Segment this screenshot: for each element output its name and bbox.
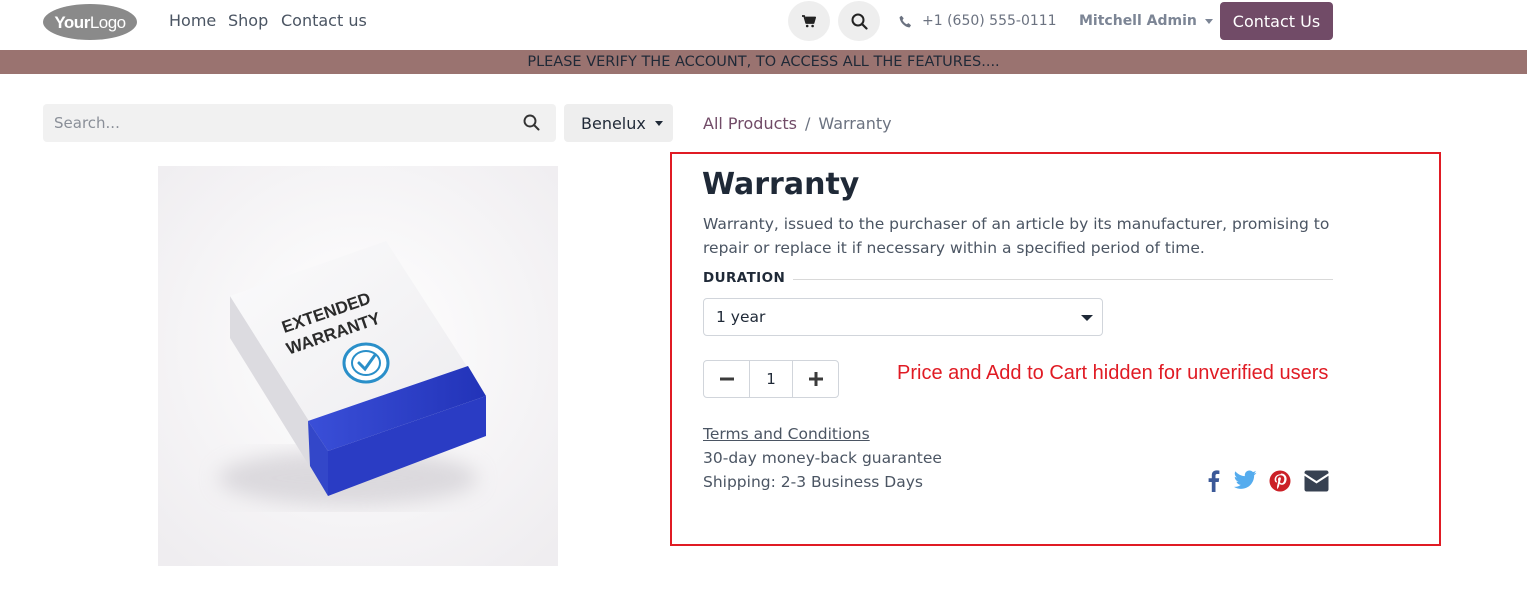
product-title: Warranty xyxy=(702,167,860,202)
product-description: Warranty, issued to the purchaser of an … xyxy=(703,215,1330,257)
product-search xyxy=(43,104,556,142)
caret-down-icon xyxy=(1081,315,1093,321)
nav-shop[interactable]: Shop xyxy=(228,11,268,30)
shipping-info: Shipping: 2-3 Business Days xyxy=(703,473,923,491)
warranty-seal-icon xyxy=(342,342,390,384)
cart-icon xyxy=(802,14,816,27)
duration-select[interactable]: 1 year xyxy=(703,298,1103,336)
decrease-quantity-button[interactable] xyxy=(704,361,749,397)
pinterest-icon[interactable] xyxy=(1269,470,1291,492)
nav-contact-us[interactable]: Contact us xyxy=(281,11,367,30)
cart-button[interactable] xyxy=(788,1,830,41)
nav-home[interactable]: Home xyxy=(169,11,216,30)
money-back-guarantee: 30-day money-back guarantee xyxy=(703,449,942,467)
breadcrumb-all-products[interactable]: All Products xyxy=(703,114,797,133)
contact-us-button[interactable]: Contact Us xyxy=(1220,2,1333,40)
twitter-icon[interactable] xyxy=(1234,470,1257,490)
breadcrumb: All Products / Warranty xyxy=(703,114,892,133)
user-menu[interactable]: Mitchell Admin xyxy=(1079,13,1213,29)
minus-icon xyxy=(719,377,734,381)
pricelist-label: Benelux xyxy=(581,113,646,133)
search-icon[interactable] xyxy=(523,114,540,131)
phone-number-text: +1 (650) 555-0111 xyxy=(922,13,1057,29)
increase-quantity-button[interactable] xyxy=(793,361,838,397)
verify-account-banner: PLEASE VERIFY THE ACCOUNT, TO ACCESS ALL… xyxy=(0,50,1527,74)
facebook-icon[interactable] xyxy=(1207,470,1220,492)
quantity-input[interactable]: 1 xyxy=(749,361,793,397)
hidden-price-note: Price and Add to Cart hidden for unverif… xyxy=(897,362,1329,384)
quantity-stepper: 1 xyxy=(703,360,839,398)
terms-and-conditions-link[interactable]: Terms and Conditions xyxy=(703,425,870,443)
attribute-label: DURATION xyxy=(703,270,786,286)
search-input[interactable] xyxy=(43,104,513,142)
phone-number[interactable]: +1 (650) 555-0111 xyxy=(899,13,1057,29)
duration-value: 1 year xyxy=(716,308,766,326)
phone-icon xyxy=(899,15,911,27)
chevron-down-icon xyxy=(1204,18,1213,24)
envelope-icon[interactable] xyxy=(1304,470,1329,492)
svg-text:YourLogo: YourLogo xyxy=(54,13,125,32)
product-image[interactable]: EXTENDED WARRANTY xyxy=(158,166,558,566)
chevron-down-icon xyxy=(654,120,663,126)
search-icon xyxy=(851,13,868,30)
header: YourLogo Home Shop Contact us +1 (650) 5… xyxy=(0,0,1527,50)
logo[interactable]: YourLogo xyxy=(42,3,138,41)
plus-icon xyxy=(808,372,823,386)
pricelist-dropdown[interactable]: Benelux xyxy=(564,104,673,142)
attribute-divider xyxy=(793,279,1333,280)
search-button[interactable] xyxy=(838,1,880,41)
breadcrumb-current: Warranty xyxy=(818,114,892,133)
user-name: Mitchell Admin xyxy=(1079,13,1197,29)
breadcrumb-separator: / xyxy=(805,114,811,133)
